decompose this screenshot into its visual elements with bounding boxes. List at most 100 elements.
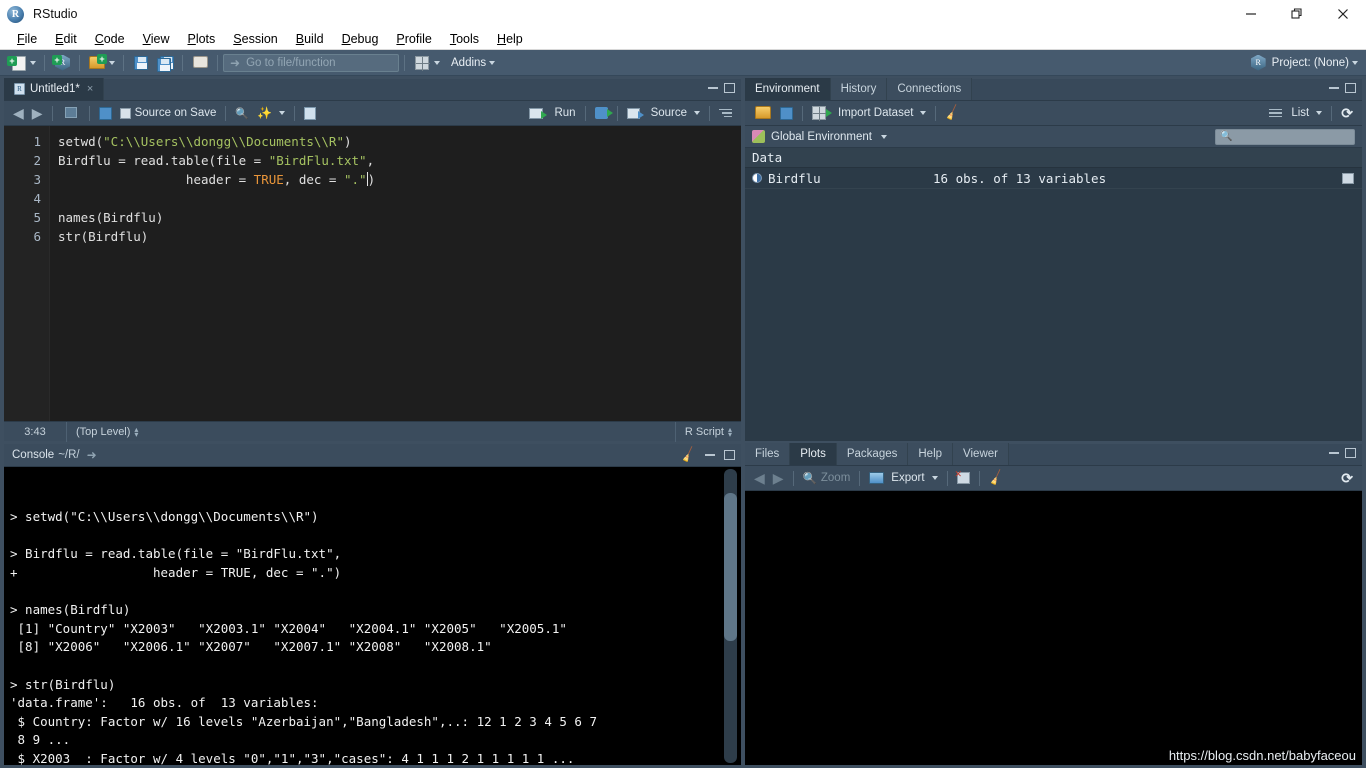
menu-code[interactable]: Code (86, 29, 134, 49)
load-workspace-button[interactable] (750, 104, 776, 123)
goto-file-function-input[interactable]: ➜ Go to file/function (223, 53, 399, 72)
console-output[interactable]: > setwd("C:\\Users\\dongg\\Documents\\R"… (4, 467, 741, 765)
chevron-down-icon[interactable] (881, 134, 887, 139)
environment-scope-selector[interactable]: Global Environment (752, 130, 887, 143)
menu-edit[interactable]: Edit (46, 29, 86, 49)
show-in-new-window-button[interactable] (58, 104, 84, 123)
refresh-icon[interactable]: ⟳ (1337, 469, 1357, 488)
menu-session[interactable]: Session (224, 29, 286, 49)
code-tools-button[interactable]: ✨ (253, 104, 289, 123)
chevron-down-icon[interactable] (109, 60, 115, 65)
save-workspace-button[interactable] (776, 104, 797, 123)
project-selector[interactable]: R Project: (None) (1250, 54, 1358, 71)
addins-button[interactable]: Addins (443, 53, 498, 73)
chevron-down-icon[interactable] (30, 60, 36, 65)
minimize-icon[interactable] (1228, 0, 1274, 28)
clear-objects-button[interactable]: 🧹 (941, 104, 964, 123)
workspace-panes-button[interactable] (410, 53, 443, 73)
code-editor[interactable]: 1 2 3 4 5 6 setwd("C:\\Users\\dongg\\Document… (4, 126, 741, 421)
open-file-button[interactable]: + (85, 53, 118, 73)
source-save-button[interactable] (95, 104, 116, 123)
tab-files[interactable]: Files (745, 443, 791, 465)
view-mode-selector[interactable]: List (1265, 104, 1326, 123)
tab-plots[interactable]: Plots (790, 443, 837, 465)
file-type-selector[interactable]: R Script ▴ ▾ (676, 422, 741, 442)
chevron-down-icon[interactable] (1316, 111, 1323, 115)
maximize-pane-icon[interactable] (1345, 448, 1356, 458)
maximize-pane-icon[interactable] (724, 83, 735, 93)
print-button[interactable] (188, 53, 212, 73)
compile-report-button[interactable] (300, 104, 320, 123)
plots-back-button[interactable]: ◀ (750, 469, 769, 488)
chevron-down-icon[interactable] (279, 111, 286, 115)
rerun-button[interactable] (591, 104, 613, 123)
save-button[interactable] (129, 53, 153, 73)
menu-debug[interactable]: Debug (333, 29, 388, 49)
source-tab-untitled1[interactable]: R Untitled1* × (4, 78, 105, 100)
minimize-pane-icon[interactable] (708, 87, 718, 89)
environment-object-row[interactable]: Birdflu 16 obs. of 13 variables (745, 168, 1362, 189)
chevron-down-icon[interactable] (434, 60, 440, 65)
refresh-icon[interactable]: ⟳ (1337, 104, 1357, 123)
minimize-pane-icon[interactable] (705, 454, 715, 456)
code-line[interactable]: header = TRUE, dec = ".") (58, 170, 741, 189)
new-project-button[interactable]: R + (50, 53, 74, 73)
new-file-button[interactable]: + (6, 53, 39, 73)
find-replace-button[interactable]: 🔍 (231, 104, 253, 123)
chevron-down-icon[interactable] (489, 60, 496, 65)
code-line[interactable]: setwd("C:\\Users\\dongg\\Documents\\R") (58, 132, 741, 151)
tab-packages[interactable]: Packages (836, 443, 909, 465)
tab-history[interactable]: History (830, 78, 888, 100)
plots-forward-button[interactable]: ▶ (769, 469, 788, 488)
chevron-down-icon[interactable] (920, 111, 927, 115)
remove-plot-button[interactable] (953, 469, 974, 488)
run-button[interactable]: Run (525, 104, 579, 123)
code-line[interactable]: names(Birdflu) (58, 208, 741, 227)
plots-export-button[interactable]: Export (865, 469, 941, 488)
chevron-down-icon[interactable] (694, 111, 700, 115)
show-in-new-window-icon[interactable]: ➜ (87, 448, 97, 462)
source-button[interactable]: Source (623, 104, 704, 123)
save-all-button[interactable] (153, 53, 177, 73)
maximize-pane-icon[interactable] (1345, 83, 1356, 93)
minimize-pane-icon[interactable] (1329, 87, 1339, 89)
scope-selector[interactable]: (Top Level) ▴ ▾ (67, 422, 147, 442)
document-outline-button[interactable] (715, 104, 736, 123)
source-back-button[interactable]: ◀ (9, 104, 28, 123)
tab-connections[interactable]: Connections (887, 78, 973, 100)
editor-code-content[interactable]: setwd("C:\\Users\\dongg\\Documents\\R") B… (50, 126, 741, 421)
code-line[interactable]: str(Birdflu) (58, 227, 741, 246)
menu-profile[interactable]: Profile (387, 29, 440, 49)
console-scrollbar-thumb[interactable] (724, 493, 737, 641)
maximize-pane-icon[interactable] (724, 450, 735, 460)
menu-view[interactable]: View (134, 29, 179, 49)
source-forward-button[interactable]: ▶ (28, 104, 47, 123)
menu-tools[interactable]: Tools (441, 29, 488, 49)
plots-zoom-button[interactable]: 🔍 Zoom (799, 469, 855, 488)
minimize-pane-icon[interactable] (1329, 452, 1339, 454)
code-line[interactable]: Birdflu = read.table(file = "BirdFlu.txt… (58, 151, 741, 170)
plots-pane: Files Plots Packages Help Viewer ◀ ▶ 🔍 Zoom … (745, 443, 1362, 765)
expand-object-icon[interactable] (752, 173, 762, 183)
clear-console-broom-icon[interactable]: 🧹 (679, 446, 698, 464)
menu-build[interactable]: Build (287, 29, 333, 49)
view-data-grid-icon[interactable] (1342, 172, 1354, 184)
tab-environment[interactable]: Environment (745, 78, 831, 100)
tab-help[interactable]: Help (908, 443, 954, 465)
close-icon[interactable] (1320, 0, 1366, 28)
menu-file[interactable]: File (8, 29, 46, 49)
chevron-down-icon[interactable] (931, 476, 938, 480)
code-line[interactable] (58, 189, 741, 208)
menu-help[interactable]: Help (488, 29, 532, 49)
tab-viewer[interactable]: Viewer (953, 443, 1009, 465)
import-dataset-button[interactable]: Import Dataset (808, 104, 930, 123)
console-working-directory[interactable]: ~/R/ (58, 449, 79, 461)
chevron-down-icon[interactable] (1352, 60, 1358, 65)
menu-plots[interactable]: Plots (178, 29, 224, 49)
environment-search-input[interactable]: 🔍 (1215, 128, 1355, 145)
source-on-save-checkbox[interactable]: Source on Save (116, 104, 221, 123)
maximize-icon[interactable] (1274, 0, 1320, 28)
plot-display-area[interactable]: https://blog.csdn.net/babyfaceou (745, 491, 1362, 765)
close-tab-icon[interactable]: × (87, 83, 93, 95)
clear-all-plots-button[interactable]: 🧹 (985, 469, 1008, 488)
